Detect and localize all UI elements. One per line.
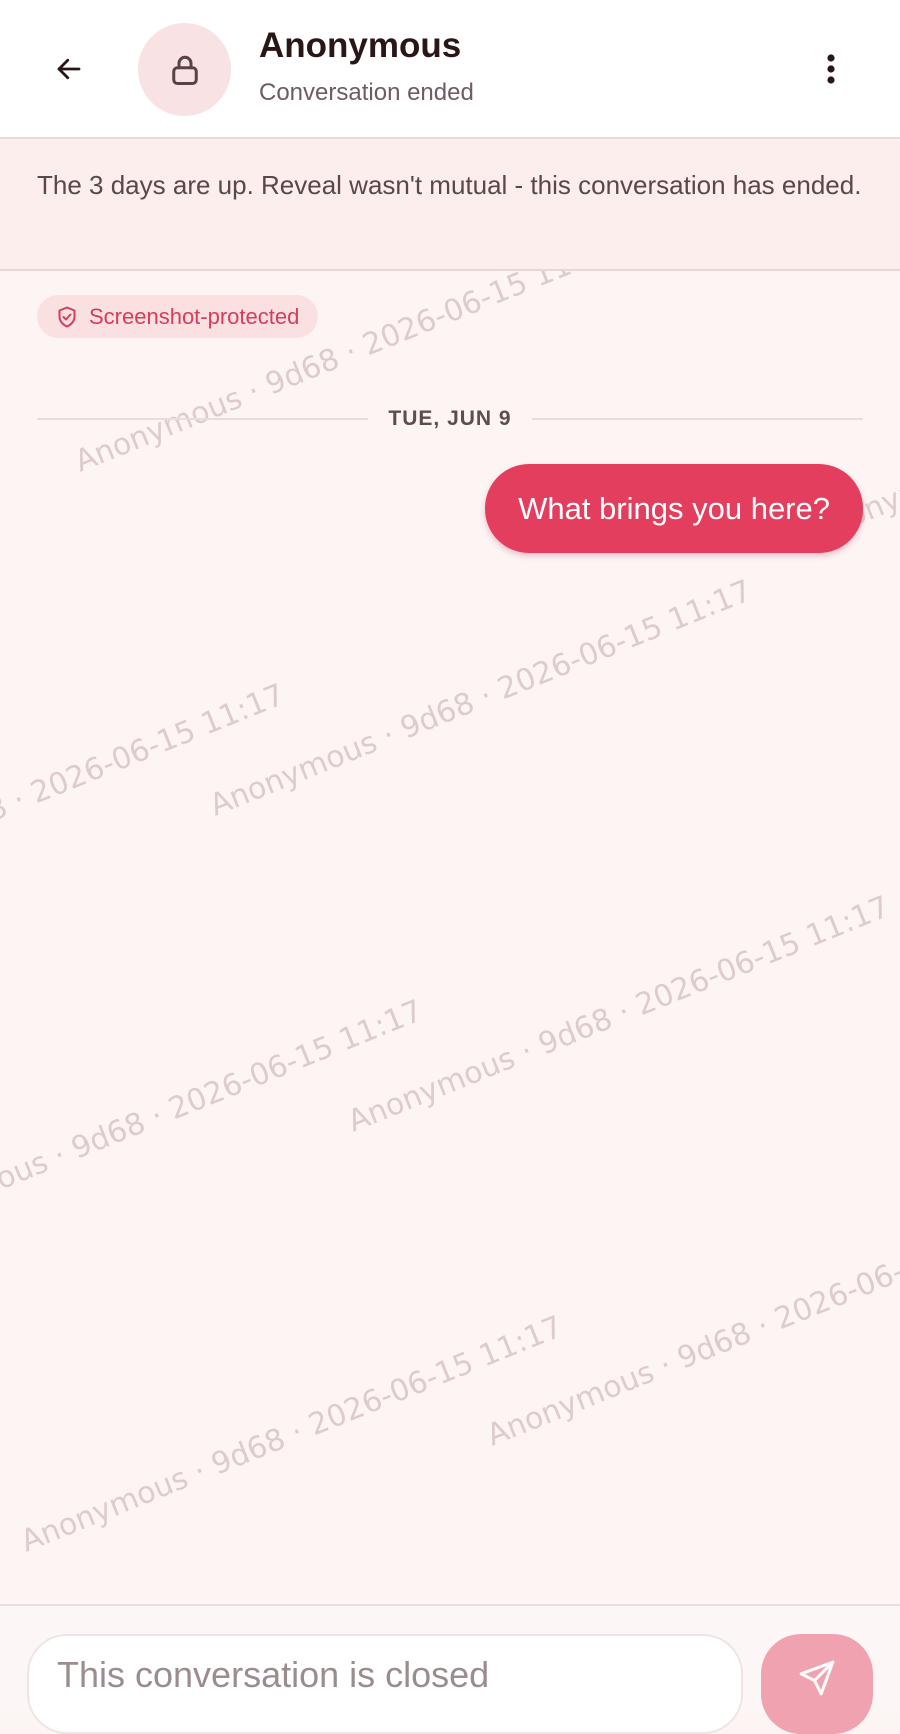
watermark: Anonymous · 9d68 · 2026-06-15 11:17 (482, 1203, 900, 1454)
arrow-left-icon (57, 58, 81, 80)
date-label: TUE, JUN 9 (388, 407, 512, 430)
send-button[interactable] (761, 1634, 873, 1734)
message-bubble-sent[interactable]: What brings you here? (485, 464, 863, 553)
message-composer: This conversation is closed (0, 1604, 900, 1734)
divider-line (531, 418, 864, 420)
more-options-button[interactable] (808, 42, 854, 96)
watermark: Anonymous · 9d68 · 2026-06-15 11:17 (343, 889, 895, 1140)
shield-check-icon (58, 306, 76, 327)
banner-text: The 3 days are up. Reveal wasn't mutual … (37, 170, 862, 200)
message-input[interactable]: This conversation is closed (27, 1634, 743, 1734)
send-icon (799, 1660, 835, 1696)
divider-line (37, 418, 369, 420)
more-vertical-icon (827, 54, 835, 84)
watermark: Anonymous · 9d68 · 2026-06-15 11:17 (0, 677, 290, 927)
watermark: Anonymous · 9d68 · 2026-06-15 11:17 (16, 1309, 568, 1560)
watermark: Anonymous · 9d68 · 2026-06-15 11:17 (205, 573, 757, 824)
date-divider: TUE, JUN 9 (37, 404, 864, 434)
lock-icon (171, 55, 198, 85)
app-header: Anonymous Conversation ended (0, 0, 900, 139)
chat-area[interactable]: Anonymous · 9d68 · 2026-06-15 11:17 Anon… (0, 271, 900, 1604)
screenshot-protected-badge: Screenshot-protected (37, 295, 319, 338)
avatar (138, 23, 231, 116)
conversation-title: Anonymous (259, 26, 462, 65)
conversation-status: Conversation ended (259, 79, 474, 106)
watermark: Anonymous · 9d68 · 2026-06-15 11:17 (0, 993, 428, 1244)
back-button[interactable] (42, 42, 96, 96)
conversation-ended-banner: The 3 days are up. Reveal wasn't mutual … (0, 139, 900, 271)
protection-label: Screenshot-protected (89, 303, 300, 329)
